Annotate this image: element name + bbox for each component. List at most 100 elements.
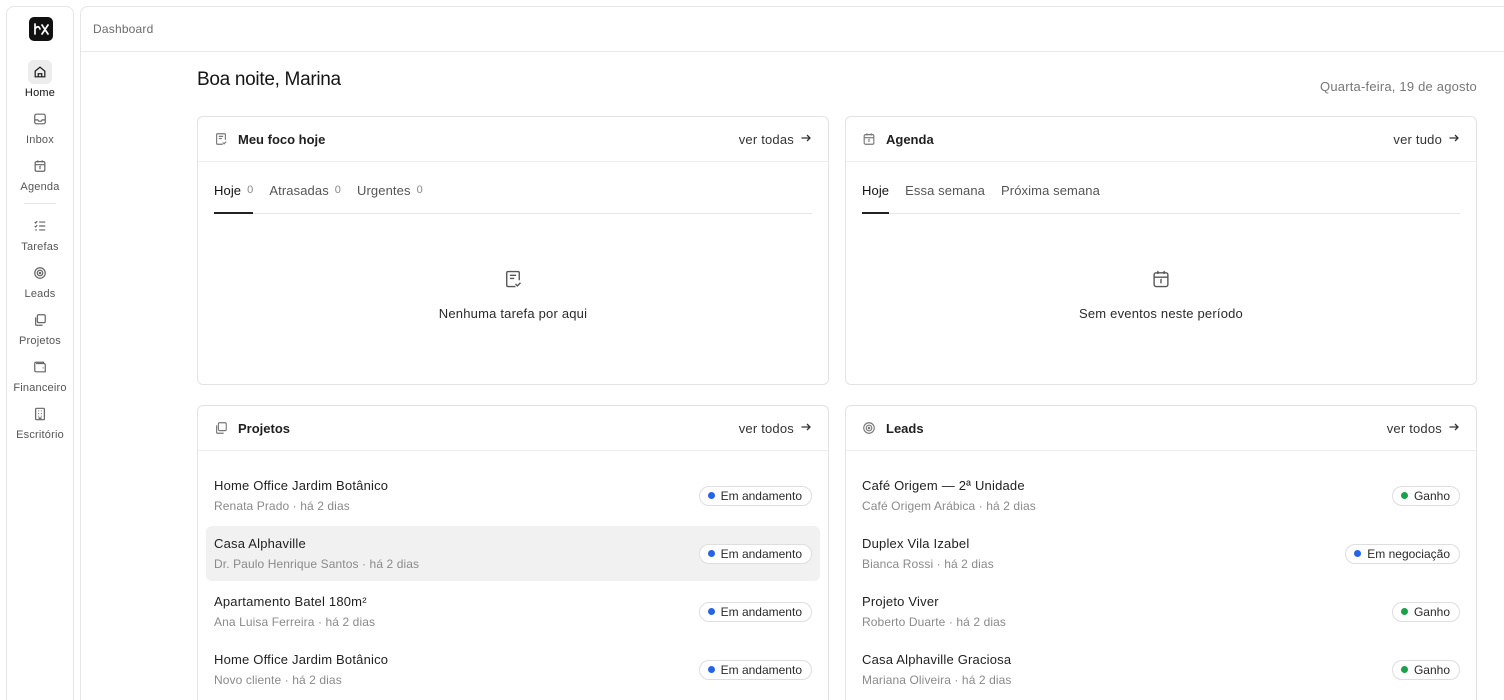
list-item[interactable]: Home Office Jardim Botânico Novo cliente … — [206, 642, 820, 697]
target-icon — [862, 421, 876, 435]
status-dot — [707, 550, 715, 557]
leads-list: Café Origem — 2ª Unidade Café Origem Aráb… — [854, 468, 1468, 700]
status-dot — [707, 666, 715, 673]
list-item[interactable]: Apartamento Batel 180m² Ana Luisa Ferreir… — [206, 584, 820, 639]
tab-label: Hoje — [214, 183, 242, 198]
agenda-card: Agenda ver tudo Hoje Essa semana Próxima… — [845, 116, 1477, 385]
status-badge: Em negociação — [1345, 543, 1460, 564]
sidebar-item-label: Agenda — [20, 181, 60, 193]
main-panel: Dashboard Boa noite, Marina Quarta-feira… — [80, 6, 1504, 700]
list-item[interactable]: Projeto Viver Roberto Duarte · há 2 dias … — [854, 584, 1468, 639]
item-title: Casa Alphaville Graciosa — [862, 652, 1012, 667]
sidebar-item-label: Tarefas — [21, 241, 59, 253]
status-label: Em andamento — [720, 604, 802, 619]
status-badge: Ganho — [1391, 601, 1460, 622]
sidebar-item-label: Leads — [24, 288, 56, 300]
tab-count: 0 — [334, 184, 342, 196]
tab-urgentes[interactable]: Urgentes 0 — [357, 183, 423, 214]
status-label: Em andamento — [720, 662, 802, 677]
status-label: Em andamento — [720, 546, 802, 561]
arrow-right-icon — [1448, 421, 1460, 436]
status-dot — [707, 492, 715, 499]
tab-label: Urgentes — [357, 183, 411, 198]
sidebar-item-label: Projetos — [19, 335, 61, 347]
inbox-icon — [28, 107, 52, 131]
focus-card: Meu foco hoje ver todas Hoje 0 Atrasadas 0… — [197, 116, 829, 385]
calendar-icon — [28, 154, 52, 178]
sidebar-item-tarefas[interactable]: Tarefas — [7, 214, 73, 253]
app-root: Home Inbox Agenda Tarefas Leads Projetos… — [0, 0, 1504, 700]
task-doc-icon — [214, 132, 228, 146]
leads-card: Leads ver todos Café Origem — 2ª Unidade… — [845, 405, 1477, 700]
tab-hoje[interactable]: Hoje 0 — [214, 183, 254, 214]
sidebar-item-inbox[interactable]: Inbox — [7, 107, 73, 146]
view-all-agenda-link[interactable]: ver tudo — [1393, 132, 1460, 147]
tab-count: 0 — [247, 184, 254, 196]
sidebar-item-label: Escritório — [16, 429, 64, 441]
wallet-icon — [28, 355, 52, 379]
sidebar-item-financeiro[interactable]: Financeiro — [7, 355, 73, 394]
checklist-icon — [28, 214, 52, 238]
sidebar-divider — [24, 203, 56, 204]
status-label: Ganho — [1413, 488, 1450, 503]
sidebar-item-label: Inbox — [26, 134, 54, 146]
current-date: Quarta-feira, 19 de agosto — [1320, 79, 1477, 94]
tab-label: Essa semana — [905, 183, 986, 198]
list-item[interactable]: Home Office Jardim Botânico Renata Prado … — [206, 468, 820, 523]
list-item[interactable]: Café Origem — 2ª Unidade Café Origem Aráb… — [854, 468, 1468, 523]
sidebar: Home Inbox Agenda Tarefas Leads Projetos… — [6, 6, 74, 700]
view-all-tasks-link[interactable]: ver todas — [739, 132, 812, 147]
empty-state: Sem eventos neste período — [846, 269, 1476, 321]
status-badge: Em andamento — [698, 659, 812, 680]
status-badge: Ganho — [1391, 485, 1460, 506]
status-dot — [1400, 666, 1408, 673]
sidebar-item-escritorio[interactable]: Escritório — [7, 402, 73, 441]
list-item[interactable]: Duplex Vila Izabel Bianca Rossi · há 2 di… — [854, 526, 1468, 581]
card-title: Leads — [886, 420, 924, 436]
app-logo[interactable] — [29, 17, 53, 41]
link-label: ver todos — [1386, 420, 1442, 436]
status-badge: Em andamento — [698, 601, 812, 622]
task-doc-icon — [503, 269, 523, 294]
tab-label: Hoje — [862, 183, 890, 198]
page-title: Boa noite, Marina — [197, 69, 341, 90]
projects-card: Projetos ver todos Home Office Jardim Bo… — [197, 405, 829, 700]
home-icon — [28, 60, 52, 84]
link-label: ver tudo — [1393, 131, 1442, 147]
sidebar-item-leads[interactable]: Leads — [7, 261, 73, 300]
tab-label: Atrasadas — [269, 183, 329, 198]
tab-essa-semana[interactable]: Essa semana — [905, 183, 985, 214]
item-title: Café Origem — 2ª Unidade — [862, 478, 1025, 493]
card-header: Agenda ver tudo — [846, 117, 1476, 162]
focus-tabs: Hoje 0 Atrasadas 0 Urgentes 0 — [214, 183, 812, 214]
item-subtitle: Dr. Paulo Henrique Santos · há 2 dias — [214, 557, 420, 571]
item-subtitle: Novo cliente · há 2 dias — [214, 673, 342, 687]
sidebar-item-home[interactable]: Home — [7, 60, 73, 99]
status-dot — [1354, 550, 1362, 557]
sidebar-item-agenda[interactable]: Agenda — [7, 154, 73, 193]
link-label: ver todas — [738, 131, 794, 147]
arrow-right-icon — [800, 132, 812, 147]
sidebar-item-projetos[interactable]: Projetos — [7, 308, 73, 347]
item-subtitle: Café Origem Arábica · há 2 dias — [862, 499, 1036, 513]
tab-label: Próxima semana — [1001, 183, 1100, 198]
view-all-projects-link[interactable]: ver todos — [739, 421, 812, 436]
status-badge: Em andamento — [698, 485, 812, 506]
breadcrumb[interactable]: Dashboard — [93, 22, 154, 36]
tab-hoje[interactable]: Hoje — [862, 183, 890, 214]
item-subtitle: Renata Prado · há 2 dias — [214, 499, 350, 513]
item-title: Home Office Jardim Botânico — [214, 478, 389, 493]
status-badge: Em andamento — [698, 543, 812, 564]
card-title: Agenda — [886, 131, 934, 147]
tab-proxima-semana[interactable]: Próxima semana — [1001, 183, 1100, 214]
link-label: ver todos — [738, 420, 794, 436]
list-item[interactable]: Casa Alphaville Dr. Paulo Henrique Santos… — [206, 526, 820, 581]
empty-message: Sem eventos neste período — [1079, 306, 1243, 321]
item-subtitle: Mariana Oliveira · há 2 dias — [862, 673, 1012, 687]
tab-atrasadas[interactable]: Atrasadas 0 — [269, 183, 341, 214]
calendar-icon — [862, 132, 876, 146]
item-subtitle: Ana Luisa Ferreira · há 2 dias — [214, 615, 376, 629]
status-dot — [1400, 608, 1408, 615]
list-item[interactable]: Casa Alphaville Graciosa Mariana Oliveira… — [854, 642, 1468, 697]
view-all-leads-link[interactable]: ver todos — [1387, 421, 1460, 436]
